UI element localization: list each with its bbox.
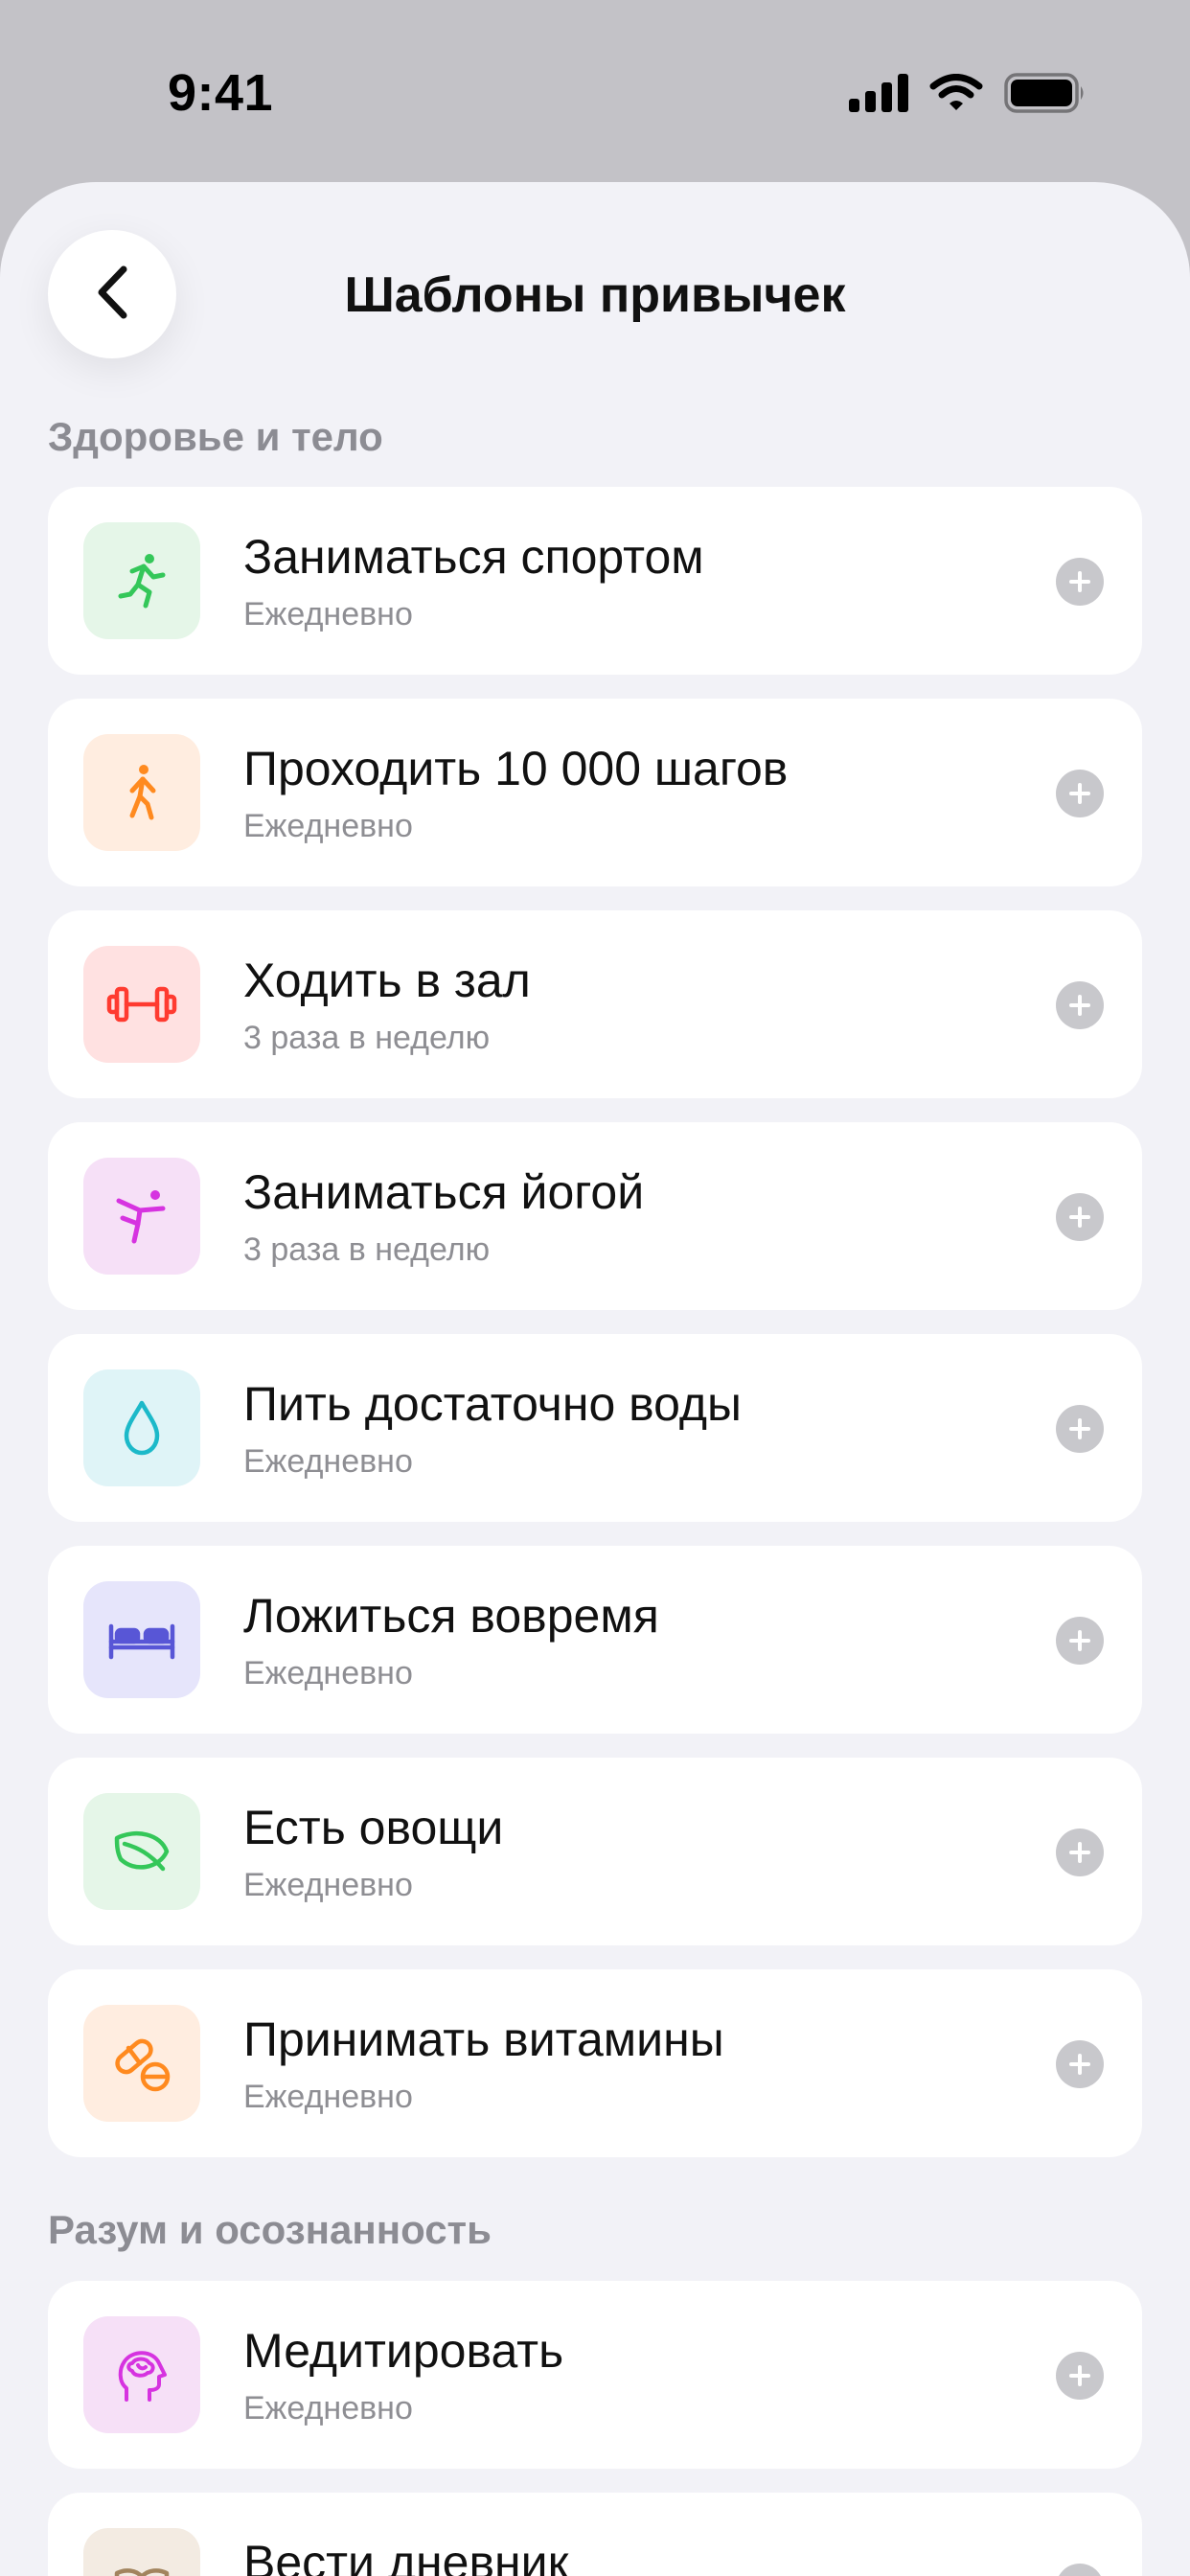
habit-icon-tile — [83, 2528, 200, 2576]
bed-icon — [105, 1609, 178, 1670]
habit-icon-tile — [83, 1158, 200, 1275]
walking-icon — [111, 762, 172, 823]
habit-template-card[interactable]: Заниматься йогой 3 раза в неделю — [48, 1122, 1142, 1310]
status-icons — [849, 73, 1087, 113]
add-habit-button[interactable] — [1056, 1405, 1104, 1453]
habit-template-card[interactable]: Ложиться вовремя Ежедневно — [48, 1546, 1142, 1734]
brain-icon — [111, 2344, 172, 2405]
habit-template-card[interactable]: Пить достаточно воды Ежедневно — [48, 1334, 1142, 1522]
habit-title: Заниматься спортом — [243, 530, 704, 584]
add-habit-button[interactable] — [1056, 2352, 1104, 2400]
plus-icon — [1067, 2052, 1092, 2077]
habit-template-card[interactable]: Медитировать Ежедневно — [48, 2281, 1142, 2469]
add-habit-button[interactable] — [1056, 1828, 1104, 1876]
plus-icon — [1067, 2363, 1092, 2388]
habit-title: Заниматься йогой — [243, 1165, 645, 1219]
habit-frequency: Ежедневно — [243, 2079, 413, 2115]
plus-icon — [1067, 569, 1092, 594]
habit-template-card[interactable]: Есть овощи Ежедневно — [48, 1758, 1142, 1945]
habit-templates-sheet: Шаблоны привычек Здоровье и тело Занимать… — [0, 182, 1190, 2576]
add-habit-button[interactable] — [1056, 1193, 1104, 1241]
add-habit-button[interactable] — [1056, 2564, 1104, 2576]
habit-frequency: 3 раза в неделю — [243, 1231, 491, 1268]
battery-icon — [1004, 73, 1087, 113]
status-bar: 9:41 — [0, 0, 1190, 182]
section-header: Здоровье и тело — [48, 414, 383, 459]
plus-icon — [1067, 1416, 1092, 1441]
habit-title: Пить достаточно воды — [243, 1377, 742, 1431]
habit-frequency: Ежедневно — [243, 1443, 413, 1480]
dumbbell-icon — [105, 974, 178, 1035]
add-habit-button[interactable] — [1056, 770, 1104, 817]
add-habit-button[interactable] — [1056, 558, 1104, 606]
habit-frequency: Ежедневно — [243, 2390, 413, 2426]
add-habit-button[interactable] — [1056, 2040, 1104, 2088]
status-time: 9:41 — [168, 64, 274, 122]
habit-title: Вести дневник — [243, 2536, 569, 2576]
leaf-icon — [111, 1821, 172, 1882]
plus-icon — [1067, 993, 1092, 1018]
wifi-icon — [929, 74, 983, 112]
habit-title: Проходить 10 000 шагов — [243, 742, 789, 795]
habit-frequency: 3 раза в неделю — [243, 1020, 491, 1056]
habit-frequency: Ежедневно — [243, 1655, 413, 1691]
habit-icon-tile — [83, 1793, 200, 1910]
water-drop-icon — [111, 1397, 172, 1459]
habit-title: Ходить в зал — [243, 954, 531, 1007]
habit-frequency: Ежедневно — [243, 808, 413, 844]
plus-icon — [1067, 1628, 1092, 1653]
page-title: Шаблоны привычек — [344, 267, 846, 323]
habit-template-card[interactable]: Ходить в зал 3 раза в неделю — [48, 910, 1142, 1098]
habit-template-card[interactable]: Проходить 10 000 шагов Ежедневно — [48, 699, 1142, 886]
habit-frequency: Ежедневно — [243, 596, 413, 632]
add-habit-button[interactable] — [1056, 1617, 1104, 1665]
pills-icon — [111, 2033, 172, 2094]
habit-template-card[interactable]: Принимать витамины Ежедневно — [48, 1969, 1142, 2157]
habit-frequency: Ежедневно — [243, 1867, 413, 1903]
habit-icon-tile — [83, 522, 200, 639]
habit-icon-tile — [83, 2005, 200, 2122]
habit-icon-tile — [83, 946, 200, 1063]
habit-title: Медитировать — [243, 2324, 564, 2378]
running-icon — [111, 550, 172, 611]
habit-icon-tile — [83, 1369, 200, 1486]
yoga-icon — [111, 1185, 172, 1247]
section-header: Разум и осознанность — [48, 2207, 492, 2252]
habit-template-card[interactable]: Вести дневникЕжедневно — [48, 2493, 1142, 2576]
habit-icon-tile — [83, 1581, 200, 1698]
plus-icon — [1067, 781, 1092, 806]
book-icon — [111, 2556, 172, 2576]
habit-title: Принимать витамины — [243, 2012, 724, 2066]
plus-icon — [1067, 1205, 1092, 1230]
habit-template-card[interactable]: Заниматься спортом Ежедневно — [48, 487, 1142, 675]
habit-icon-tile — [83, 734, 200, 851]
cellular-signal-icon — [849, 74, 908, 112]
plus-icon — [1067, 1840, 1092, 1865]
add-habit-button[interactable] — [1056, 981, 1104, 1029]
habit-title: Есть овощи — [243, 1801, 504, 1854]
habit-icon-tile — [83, 2316, 200, 2433]
habit-title: Ложиться вовремя — [243, 1589, 659, 1643]
